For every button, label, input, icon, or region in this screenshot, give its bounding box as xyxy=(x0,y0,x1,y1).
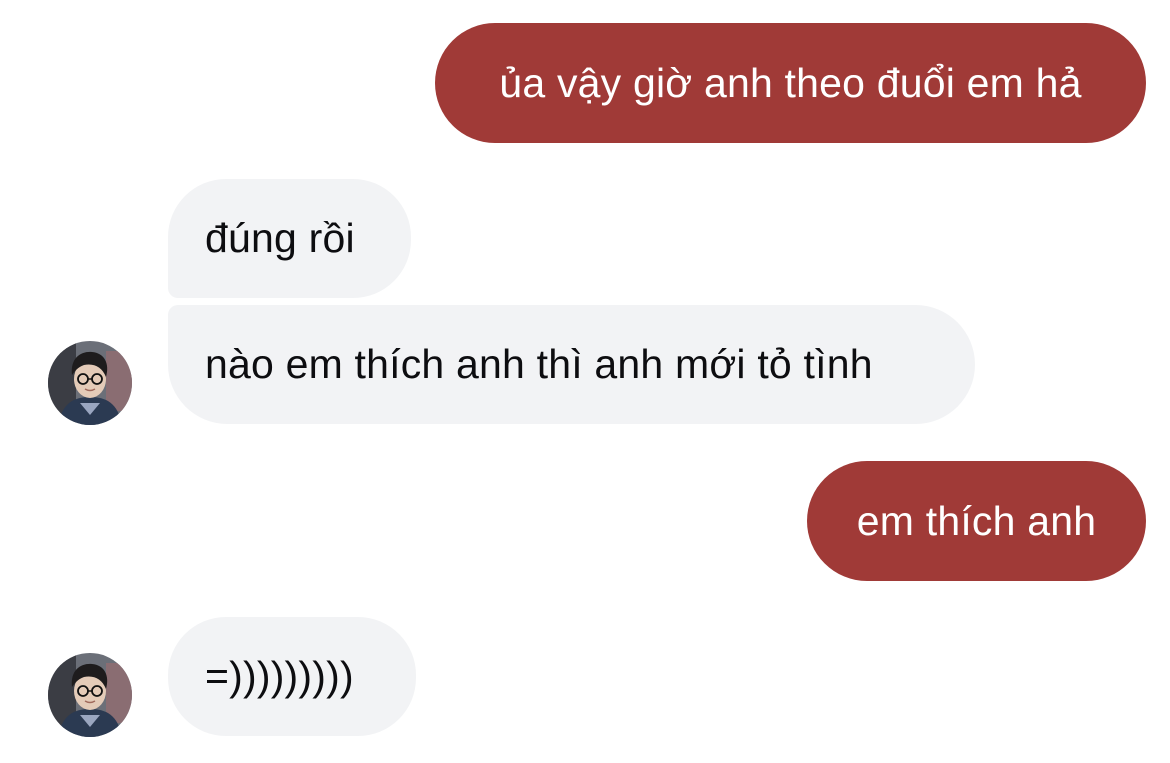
message-text: ủa vậy giờ anh theo đuổi em hả xyxy=(499,59,1082,106)
avatar-photo-icon xyxy=(48,653,132,737)
message-text: em thích anh xyxy=(856,497,1097,544)
contact-avatar[interactable] xyxy=(48,341,132,425)
message-text: nào em thích anh thì anh mới tỏ tình xyxy=(205,341,873,387)
message-bubble-received[interactable]: nào em thích anh thì anh mới tỏ tình xyxy=(168,305,975,424)
message-bubble-received[interactable]: =))))))))) xyxy=(168,617,416,736)
message-text: =))))))))) xyxy=(205,653,354,699)
message-bubble-received[interactable]: đúng rồi xyxy=(168,179,411,298)
message-text: đúng rồi xyxy=(205,215,355,261)
message-bubble-sent[interactable]: ủa vậy giờ anh theo đuổi em hả xyxy=(435,23,1146,143)
message-bubble-sent[interactable]: em thích anh xyxy=(807,461,1146,581)
avatar-photo-icon xyxy=(48,341,132,425)
contact-avatar[interactable] xyxy=(48,653,132,737)
